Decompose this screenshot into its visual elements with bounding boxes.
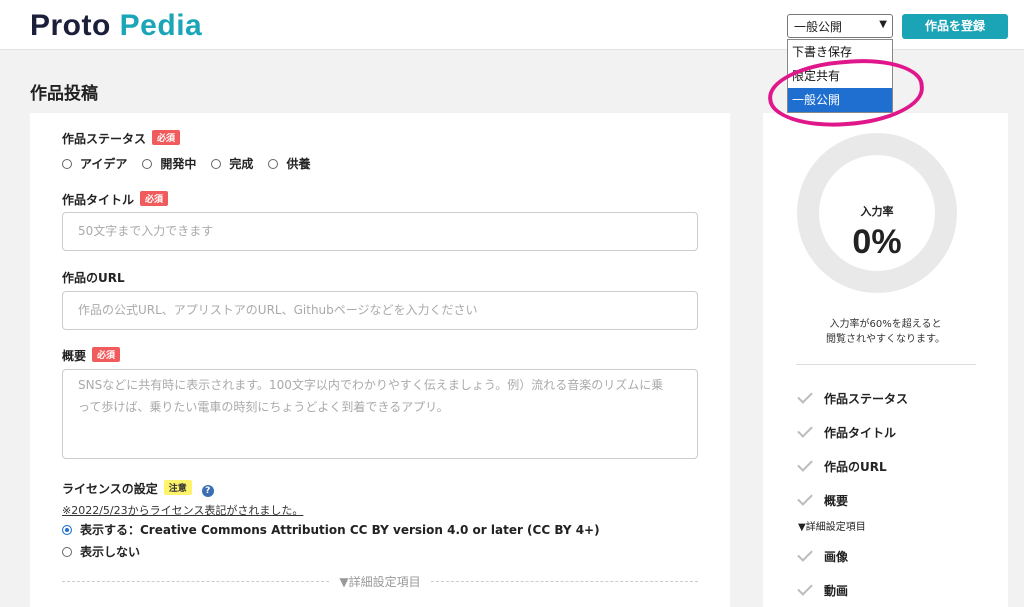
status-option-label: 供養 — [286, 157, 311, 171]
check-icon — [797, 422, 813, 438]
status-option-idea[interactable]: アイデア — [62, 155, 127, 172]
chevron-down-icon: ▼ — [879, 19, 887, 30]
checklist-item: 概要 — [797, 483, 908, 517]
progress-sidebar: 入力率 0% 入力率が60%を超えると 閲覧されやすくなります。 作品ステータス… — [763, 113, 1008, 607]
page-title: 作品投稿 — [30, 84, 98, 104]
progress-value: 0% — [852, 223, 902, 261]
publish-status-value: 一般公開 — [794, 20, 843, 34]
sidebar-divider — [796, 364, 976, 365]
protopedia-logo[interactable]: Proto Pedia — [30, 9, 202, 43]
status-label-text: 作品ステータス — [62, 132, 147, 146]
check-icon — [797, 490, 813, 506]
status-option-label: 開発中 — [160, 157, 197, 171]
license-option-label: 表示しない — [80, 545, 141, 559]
license-option-hide[interactable]: 表示しない — [62, 543, 600, 560]
form-card: 作品ステータス 必須 アイデア 開発中 完成 供養 作品タイトル 必須 50文字まで… — [30, 113, 730, 607]
url-label: 作品のURL — [62, 271, 125, 285]
check-icon — [797, 388, 813, 404]
checklist-item: 動画 — [797, 573, 908, 607]
license-option-show[interactable]: 表示する：Creative Commons Attribution CC BY … — [62, 521, 600, 538]
url-input[interactable]: 作品の公式URL、アプリストアのURL、Githubページなどを入力ください — [62, 291, 698, 330]
details-toggle-label: ▼詳細設定項目 — [339, 575, 421, 589]
radio-selected-icon — [62, 524, 72, 535]
required-badge: 必須 — [92, 347, 121, 362]
check-icon — [797, 546, 813, 562]
license-label: ライセンスの設定 注意? — [62, 480, 214, 497]
radio-icon — [62, 546, 72, 557]
progress-note-line2: 閲覧されやすくなります。 — [826, 334, 945, 345]
checklist-item-label: 概要 — [824, 493, 849, 508]
help-icon[interactable]: ? — [201, 485, 214, 497]
status-option-label: アイデア — [80, 157, 128, 171]
status-option-dev[interactable]: 開発中 — [142, 155, 196, 172]
license-note-link[interactable]: ※2022/5/23からライセンス表記がされました。 — [62, 502, 303, 518]
checklist-item: 作品タイトル — [797, 415, 908, 449]
check-icon — [797, 580, 813, 596]
checklist-item-label: 動画 — [824, 583, 849, 598]
status-option-done[interactable]: 完成 — [211, 155, 253, 172]
status-label: 作品ステータス 必須 — [62, 130, 181, 147]
summary-label-text: 概要 — [62, 349, 87, 363]
radio-icon — [142, 158, 153, 169]
title-label-text: 作品タイトル — [62, 193, 135, 207]
summary-textarea[interactable]: SNSなどに共有時に表示されます。100文字以内でわかりやすく伝えましょう。例）… — [62, 369, 698, 459]
checklist-item-label: 画像 — [824, 549, 849, 564]
status-radio-group: アイデア 開発中 完成 供養 — [62, 155, 310, 172]
required-badge: 必須 — [140, 191, 169, 206]
status-option-label: 完成 — [229, 157, 254, 171]
details-toggle[interactable]: ▼詳細設定項目 — [62, 573, 699, 590]
logo-main: Proto — [30, 9, 120, 42]
progress-note-line1: 入力率が60%を超えると — [829, 319, 942, 330]
checklist-item-label: 作品タイトル — [824, 425, 897, 440]
progress-note: 入力率が60%を超えると 閲覧されやすくなります。 — [763, 317, 1008, 347]
license-option-label: 表示する：Creative Commons Attribution CC BY … — [80, 523, 600, 537]
checklist-item-label: 作品のURL — [824, 459, 887, 474]
radio-icon — [211, 158, 222, 169]
check-icon — [797, 456, 813, 472]
divider-line — [430, 581, 699, 582]
register-button[interactable]: 作品を登録 — [902, 14, 1008, 39]
divider-line — [62, 581, 330, 582]
summary-placeholder-line1: SNSなどに共有時に表示されます。100文字以内でわかりやすく伝えましょう。例）… — [78, 378, 664, 392]
status-option-kuyou[interactable]: 供養 — [268, 155, 310, 172]
checklist-item-label: 作品ステータス — [824, 391, 909, 406]
title-input[interactable]: 50文字まで入力できます — [62, 212, 698, 251]
progress-donut: 入力率 0% — [797, 133, 957, 293]
required-badge: 必須 — [152, 130, 181, 145]
license-label-text: ライセンスの設定 — [62, 482, 158, 496]
summary-label: 概要 必須 — [62, 347, 121, 364]
title-label: 作品タイトル 必須 — [62, 191, 169, 208]
license-radio-group: 表示する：Creative Commons Attribution CC BY … — [62, 521, 600, 560]
publish-status-select[interactable]: 一般公開 ▼ — [787, 14, 893, 38]
checklist: 作品ステータス 作品タイトル 作品のURL 概要 ▼詳細設定項目 画像 動画 — [797, 381, 909, 607]
checklist-item: 作品のURL — [797, 449, 908, 483]
checklist-item: 画像 — [797, 539, 908, 573]
radio-icon — [268, 158, 279, 169]
note-badge: 注意 — [163, 480, 192, 495]
radio-icon — [62, 158, 72, 169]
details-heading: ▼詳細設定項目 — [798, 522, 866, 533]
summary-placeholder-line2: って歩けば、乗りたい電車の時刻にちょうどよく到着できるアプリ。 — [78, 400, 449, 414]
logo-accent: Pedia — [119, 9, 203, 42]
progress-label: 入力率 — [860, 205, 894, 218]
checklist-item: 作品ステータス — [797, 381, 909, 415]
